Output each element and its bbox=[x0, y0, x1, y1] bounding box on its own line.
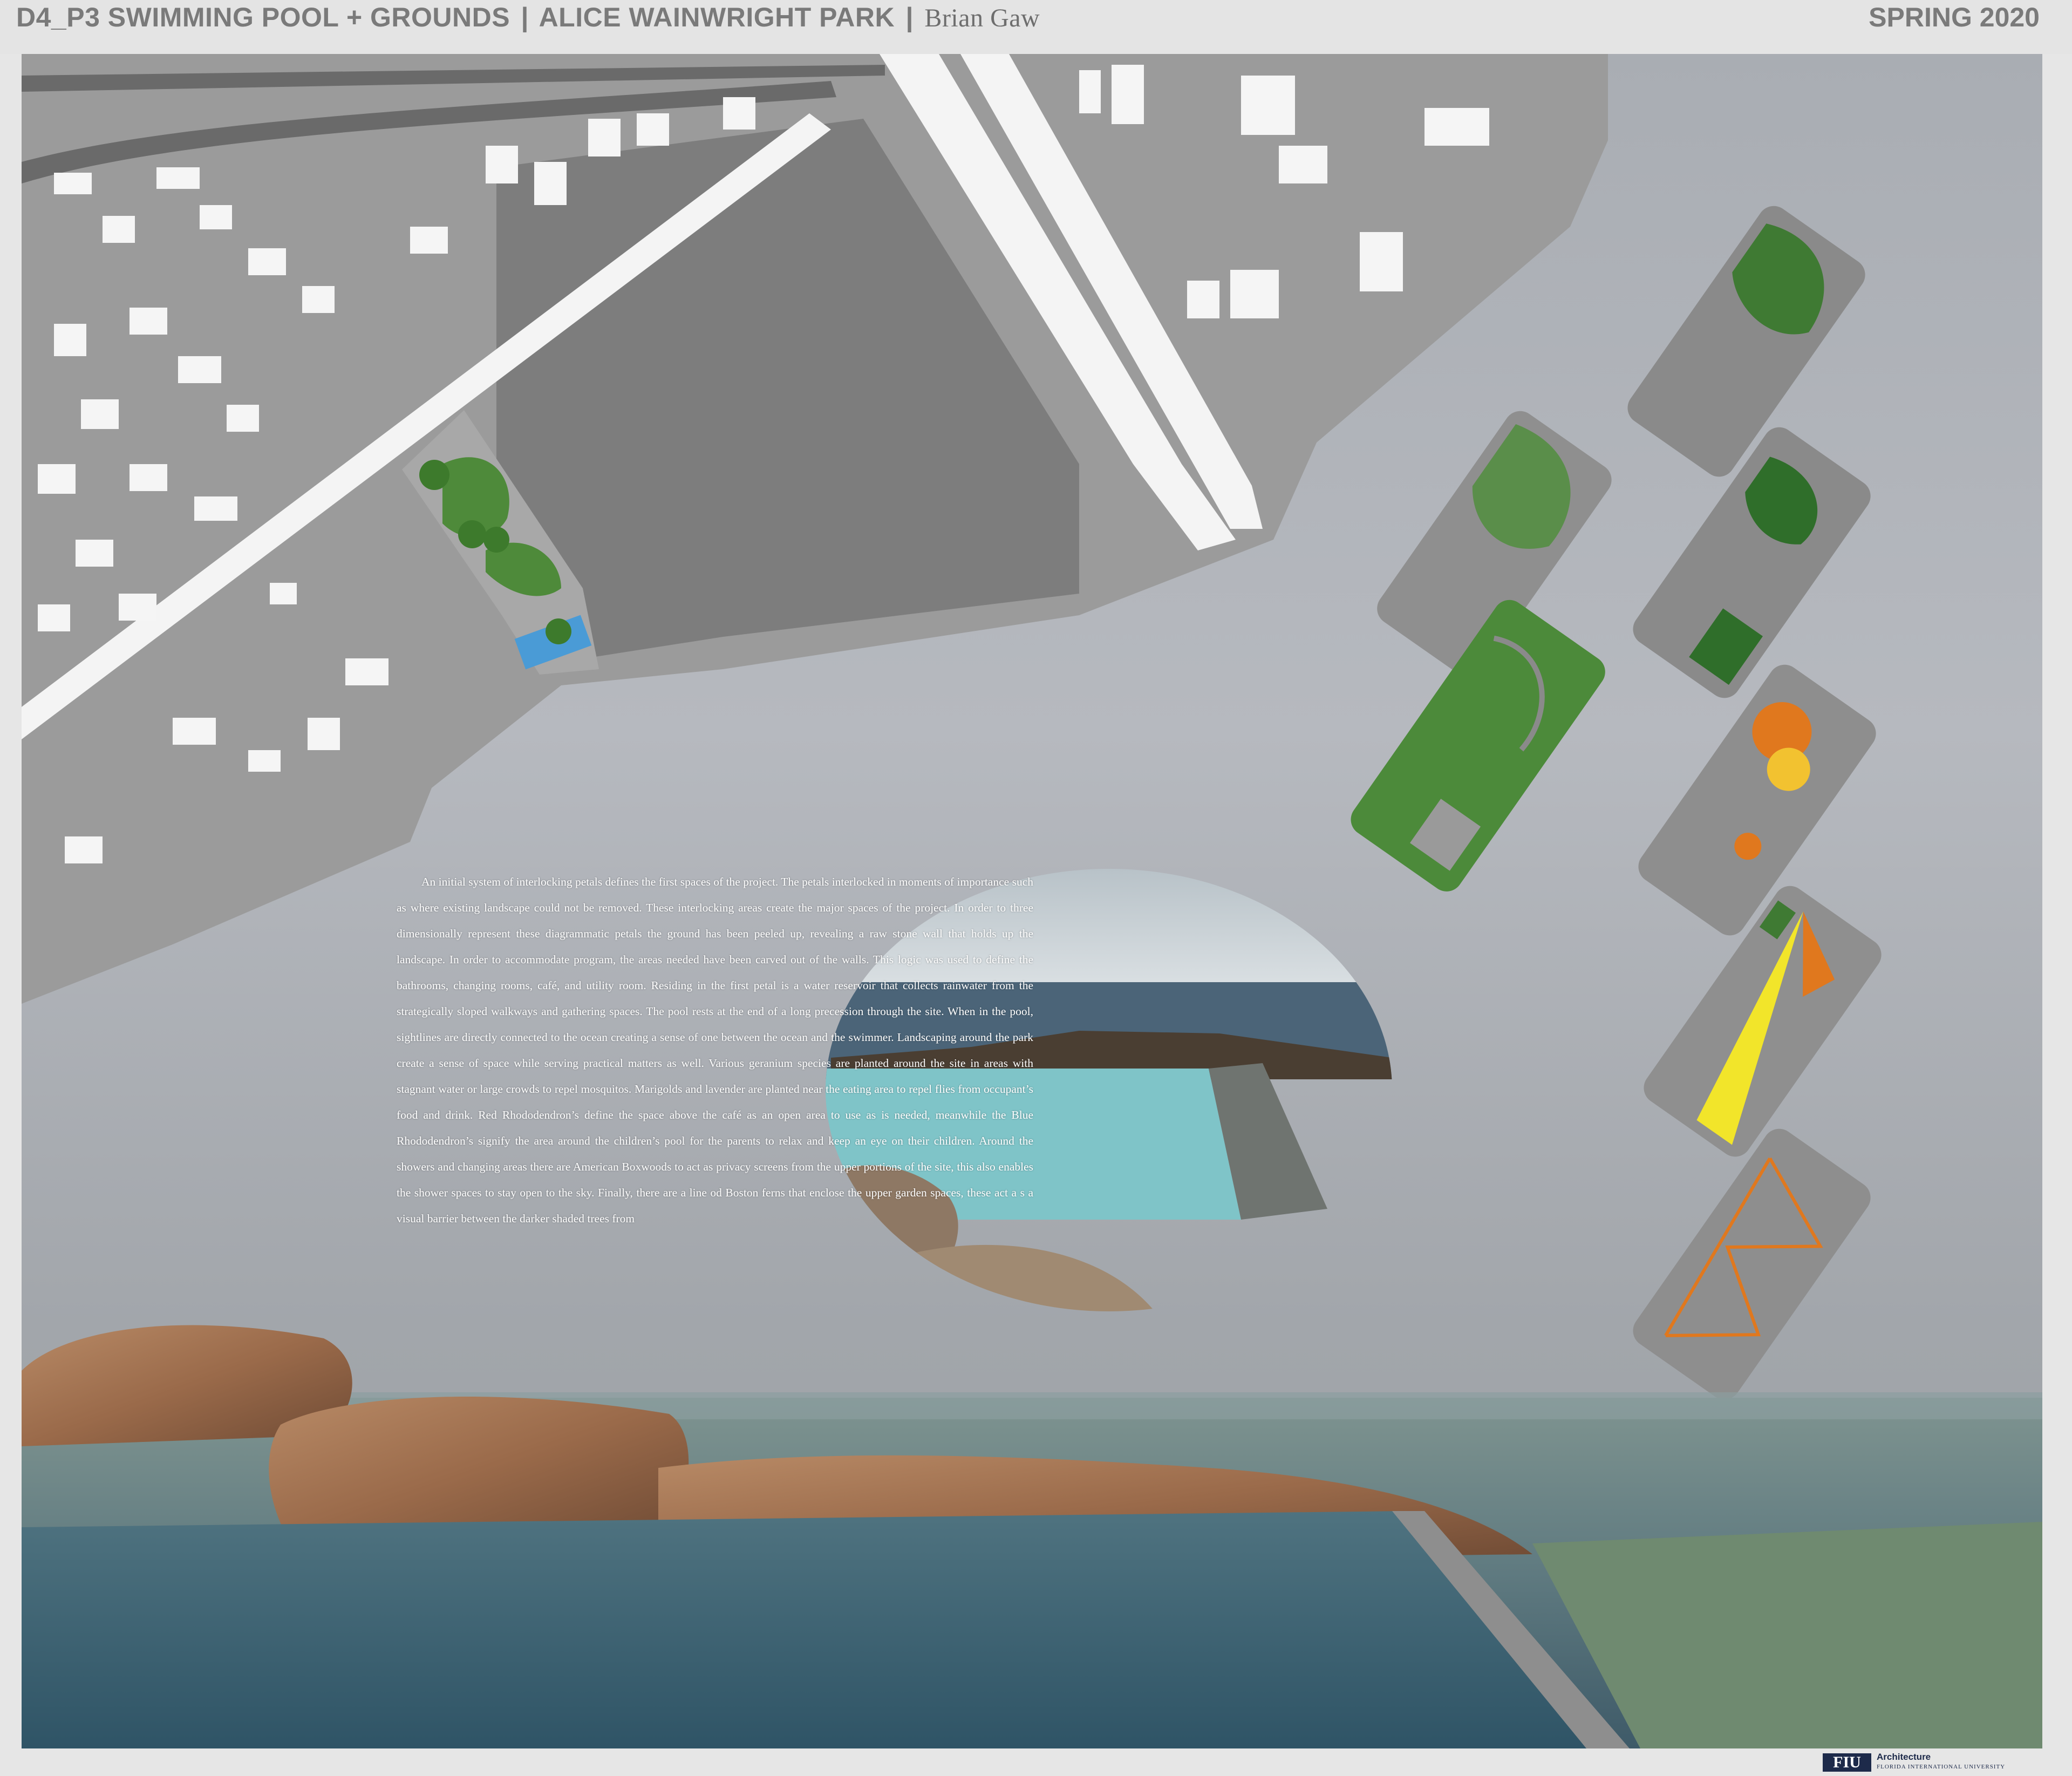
department-label: Architecture bbox=[1877, 1752, 1931, 1762]
diagram-strip-6 bbox=[1644, 886, 1882, 1157]
diagram-strip-4 bbox=[1351, 600, 1605, 892]
diagram-strip-5 bbox=[1638, 664, 1876, 936]
header-bar: D4_P3 SWIMMING POOL + GROUNDS | ALICE WA… bbox=[0, 0, 2072, 54]
author-name: Brian Gaw bbox=[924, 4, 1040, 32]
diagram-strip-base bbox=[1627, 206, 1865, 477]
building bbox=[637, 113, 669, 146]
diagram-strip-1 bbox=[1627, 206, 1865, 477]
building bbox=[103, 216, 135, 243]
building bbox=[308, 718, 340, 750]
building bbox=[1079, 70, 1101, 113]
building bbox=[248, 750, 281, 772]
building bbox=[270, 583, 297, 604]
building bbox=[227, 405, 259, 432]
diagram-strip-base bbox=[1638, 664, 1876, 936]
presentation-board: An initial system of interlocking petals… bbox=[22, 54, 2042, 1748]
project-title: D4_P3 SWIMMING POOL + GROUNDS bbox=[16, 2, 510, 32]
building bbox=[1360, 232, 1403, 291]
project-description: An initial system of interlocking petals… bbox=[397, 875, 1033, 1225]
building bbox=[302, 286, 335, 313]
building bbox=[723, 97, 755, 130]
building bbox=[65, 836, 103, 863]
photo-lower-rock bbox=[896, 1244, 1155, 1311]
tree-canopy bbox=[458, 520, 486, 548]
building bbox=[54, 173, 92, 194]
diagram-strip-7 bbox=[1633, 1128, 1871, 1400]
building bbox=[1279, 146, 1327, 183]
building bbox=[119, 594, 156, 621]
building bbox=[76, 540, 113, 567]
diagram-strip-base bbox=[1633, 427, 1871, 698]
building bbox=[410, 227, 448, 254]
title-separator-2: | bbox=[905, 2, 914, 32]
building bbox=[345, 658, 388, 685]
building bbox=[1112, 65, 1144, 124]
building bbox=[130, 464, 167, 491]
building bbox=[588, 119, 621, 156]
university-label: FLORIDA INTERNATIONAL UNIVERSITY bbox=[1877, 1764, 2006, 1770]
diagram-strip-3 bbox=[1633, 427, 1871, 698]
board-title: D4_P3 SWIMMING POOL + GROUNDS | ALICE WA… bbox=[16, 1, 1040, 33]
building bbox=[38, 604, 70, 631]
building bbox=[194, 496, 237, 521]
building bbox=[200, 205, 232, 229]
fiu-logo-mark: FIU bbox=[1823, 1753, 1871, 1772]
building bbox=[130, 308, 167, 335]
diagram-strip-base bbox=[1351, 600, 1605, 892]
tree-canopy bbox=[419, 460, 449, 490]
semester-label: SPRING 2020 bbox=[1869, 2, 2040, 32]
building bbox=[248, 248, 286, 275]
building bbox=[54, 324, 86, 356]
building bbox=[81, 399, 119, 429]
building bbox=[1241, 76, 1295, 135]
tree-canopy bbox=[546, 618, 571, 644]
building bbox=[173, 718, 216, 745]
tree-canopy bbox=[483, 527, 509, 553]
building bbox=[1187, 281, 1219, 318]
diagram-strip-base bbox=[1633, 1128, 1871, 1400]
park-name: ALICE WAINWRIGHT PARK bbox=[539, 2, 895, 32]
building bbox=[1424, 108, 1489, 146]
building bbox=[156, 167, 200, 189]
building bbox=[486, 146, 518, 183]
footer-bar: FIU Architecture FLORIDA INTERNATIONAL U… bbox=[0, 1748, 2072, 1776]
building bbox=[534, 162, 567, 205]
building bbox=[38, 464, 76, 494]
title-separator: | bbox=[521, 2, 529, 32]
site-plan bbox=[22, 54, 1608, 1004]
building bbox=[1230, 270, 1279, 318]
building bbox=[178, 356, 221, 383]
render-pool-water bbox=[22, 1511, 1586, 1748]
